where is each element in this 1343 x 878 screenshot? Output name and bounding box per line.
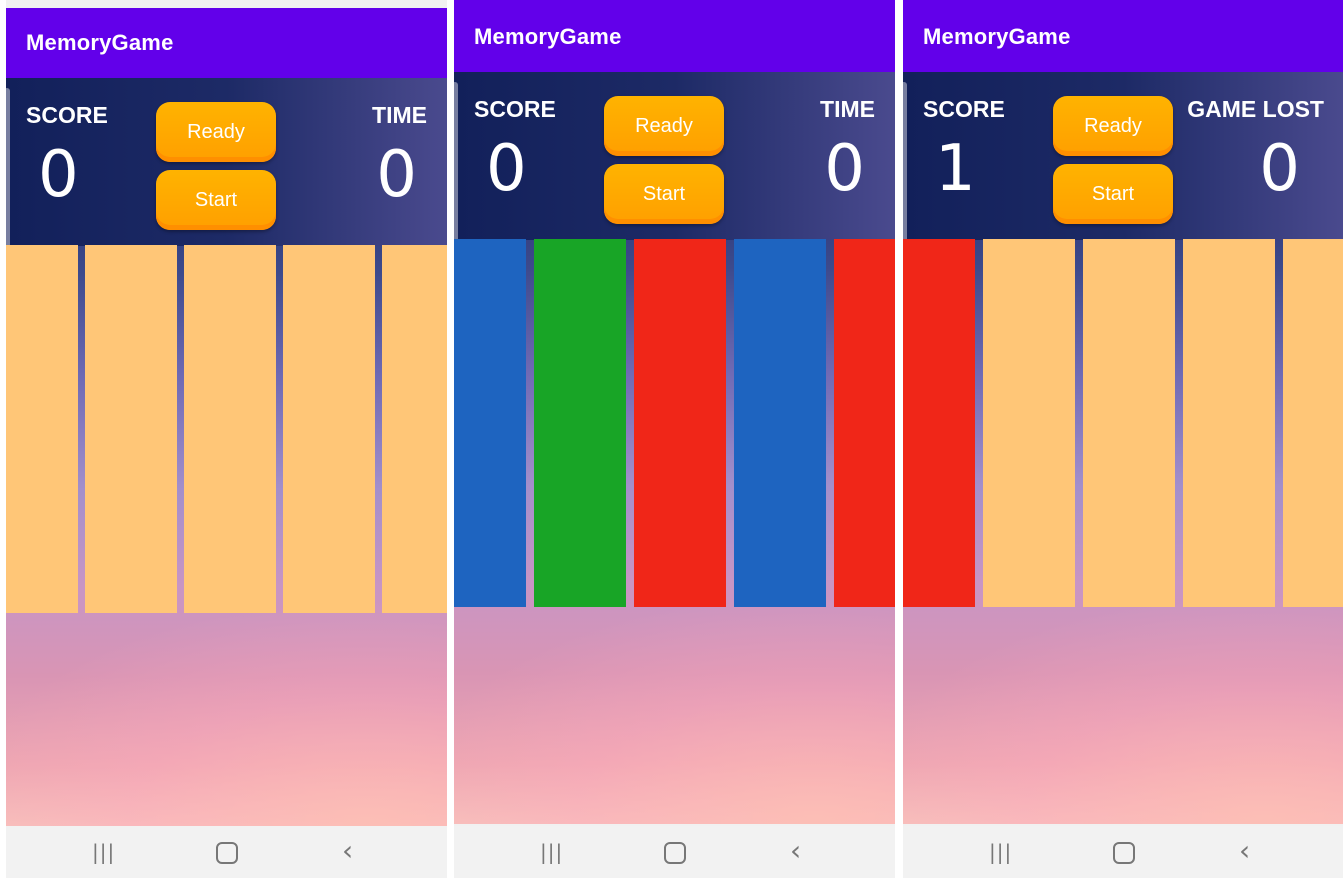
system-nav-bar: ||| ‹ [903,826,1343,878]
ready-button[interactable]: Ready [1053,96,1173,156]
edge-panel-handle[interactable] [6,88,10,258]
memory-card[interactable] [1283,239,1343,607]
home-icon[interactable] [216,842,238,864]
game-area: SCORE 0 TIME 0 Ready Start [6,78,447,826]
memory-card[interactable] [382,245,447,613]
score-label: SCORE [474,96,556,122]
recent-apps-icon[interactable]: ||| [989,840,1012,864]
home-icon[interactable] [1113,842,1135,864]
edge-panel-handle[interactable] [454,82,458,252]
score-value: 1 [935,132,976,206]
phone-screen-3: MemoryGame SCORE 1 GAME LOST 0 Ready Sta… [903,0,1343,878]
system-nav-bar: ||| ‹ [454,826,895,878]
score-label: SCORE [26,102,108,128]
home-icon[interactable] [664,842,686,864]
app-bar: MemoryGame [454,0,895,72]
phone-screen-2: MemoryGame SCORE 0 TIME 0 Ready Start ||… [454,0,895,878]
time-value: 0 [824,132,865,206]
memory-card[interactable] [734,239,826,607]
recent-apps-icon[interactable]: ||| [540,840,563,864]
back-icon[interactable]: ‹ [1239,834,1250,867]
edge-panel-handle[interactable] [903,82,907,252]
app-title: MemoryGame [474,24,622,49]
memory-card[interactable] [1083,239,1175,607]
score-value: 0 [486,132,527,206]
start-button[interactable]: Start [604,164,724,224]
start-button[interactable]: Start [1053,164,1173,224]
time-label: TIME [820,96,875,122]
memory-card[interactable] [634,239,726,607]
system-nav-bar: ||| ‹ [6,826,447,878]
memory-card[interactable] [454,239,526,607]
game-area: SCORE 0 TIME 0 Ready Start [454,72,895,824]
app-title: MemoryGame [26,30,174,55]
time-value: 0 [376,138,417,212]
game-lost-label: GAME LOST [1187,96,1324,122]
memory-card[interactable] [983,239,1075,607]
memory-card[interactable] [184,245,276,613]
memory-card[interactable] [6,245,78,613]
start-button[interactable]: Start [156,170,276,230]
memory-card[interactable] [85,245,177,613]
memory-card[interactable] [534,239,626,607]
score-label: SCORE [923,96,1005,122]
card-row [454,239,895,607]
back-icon[interactable]: ‹ [790,834,801,867]
time-label: TIME [372,102,427,128]
memory-card[interactable] [903,239,975,607]
app-bar: MemoryGame [903,0,1343,72]
memory-card[interactable] [283,245,375,613]
phone-screen-1: MemoryGame SCORE 0 TIME 0 Ready Start ||… [6,0,447,878]
app-title: MemoryGame [923,24,1071,49]
back-icon[interactable]: ‹ [342,834,353,867]
memory-card[interactable] [1183,239,1275,607]
ready-button[interactable]: Ready [156,102,276,162]
ready-button[interactable]: Ready [604,96,724,156]
recent-apps-icon[interactable]: ||| [92,840,115,864]
card-row [903,239,1343,607]
card-row [6,245,447,613]
app-bar: MemoryGame [6,8,447,78]
game-area: SCORE 1 GAME LOST 0 Ready Start [903,72,1343,824]
game-lost-value: 0 [1259,132,1300,206]
memory-card[interactable] [834,239,895,607]
score-value: 0 [38,138,79,212]
